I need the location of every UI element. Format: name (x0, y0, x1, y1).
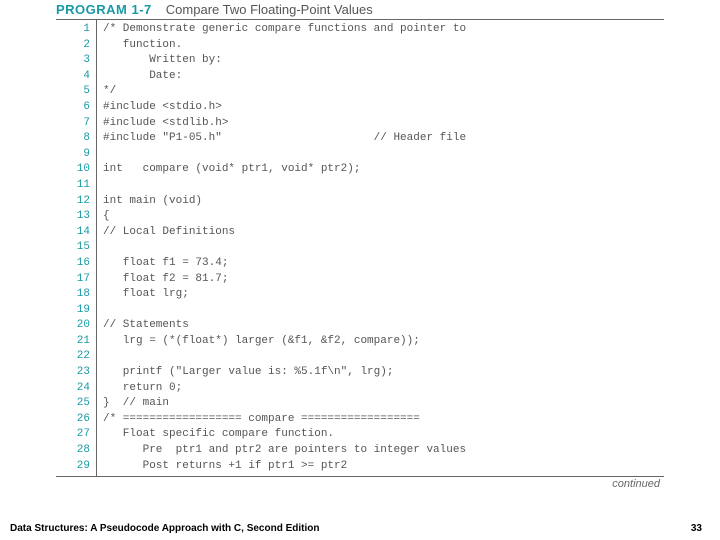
page-footer: Data Structures: A Pseudocode Approach w… (0, 523, 720, 534)
program-title: Compare Two Floating-Point Values (166, 2, 373, 17)
code-area: 1 2 3 4 5 6 7 8 9 10 11 12 13 14 15 16 1… (56, 20, 664, 477)
code-body: /* Demonstrate generic compare functions… (97, 20, 664, 476)
page-number: 33 (691, 523, 702, 534)
listing-header: PROGRAM 1-7 Compare Two Floating-Point V… (56, 2, 664, 20)
book-title: Data Structures: A Pseudocode Approach w… (10, 523, 319, 534)
program-number: PROGRAM 1-7 (56, 2, 152, 17)
program-listing: PROGRAM 1-7 Compare Two Floating-Point V… (56, 2, 664, 490)
continued-label: continued (56, 478, 664, 490)
line-number-gutter: 1 2 3 4 5 6 7 8 9 10 11 12 13 14 15 16 1… (56, 20, 97, 476)
